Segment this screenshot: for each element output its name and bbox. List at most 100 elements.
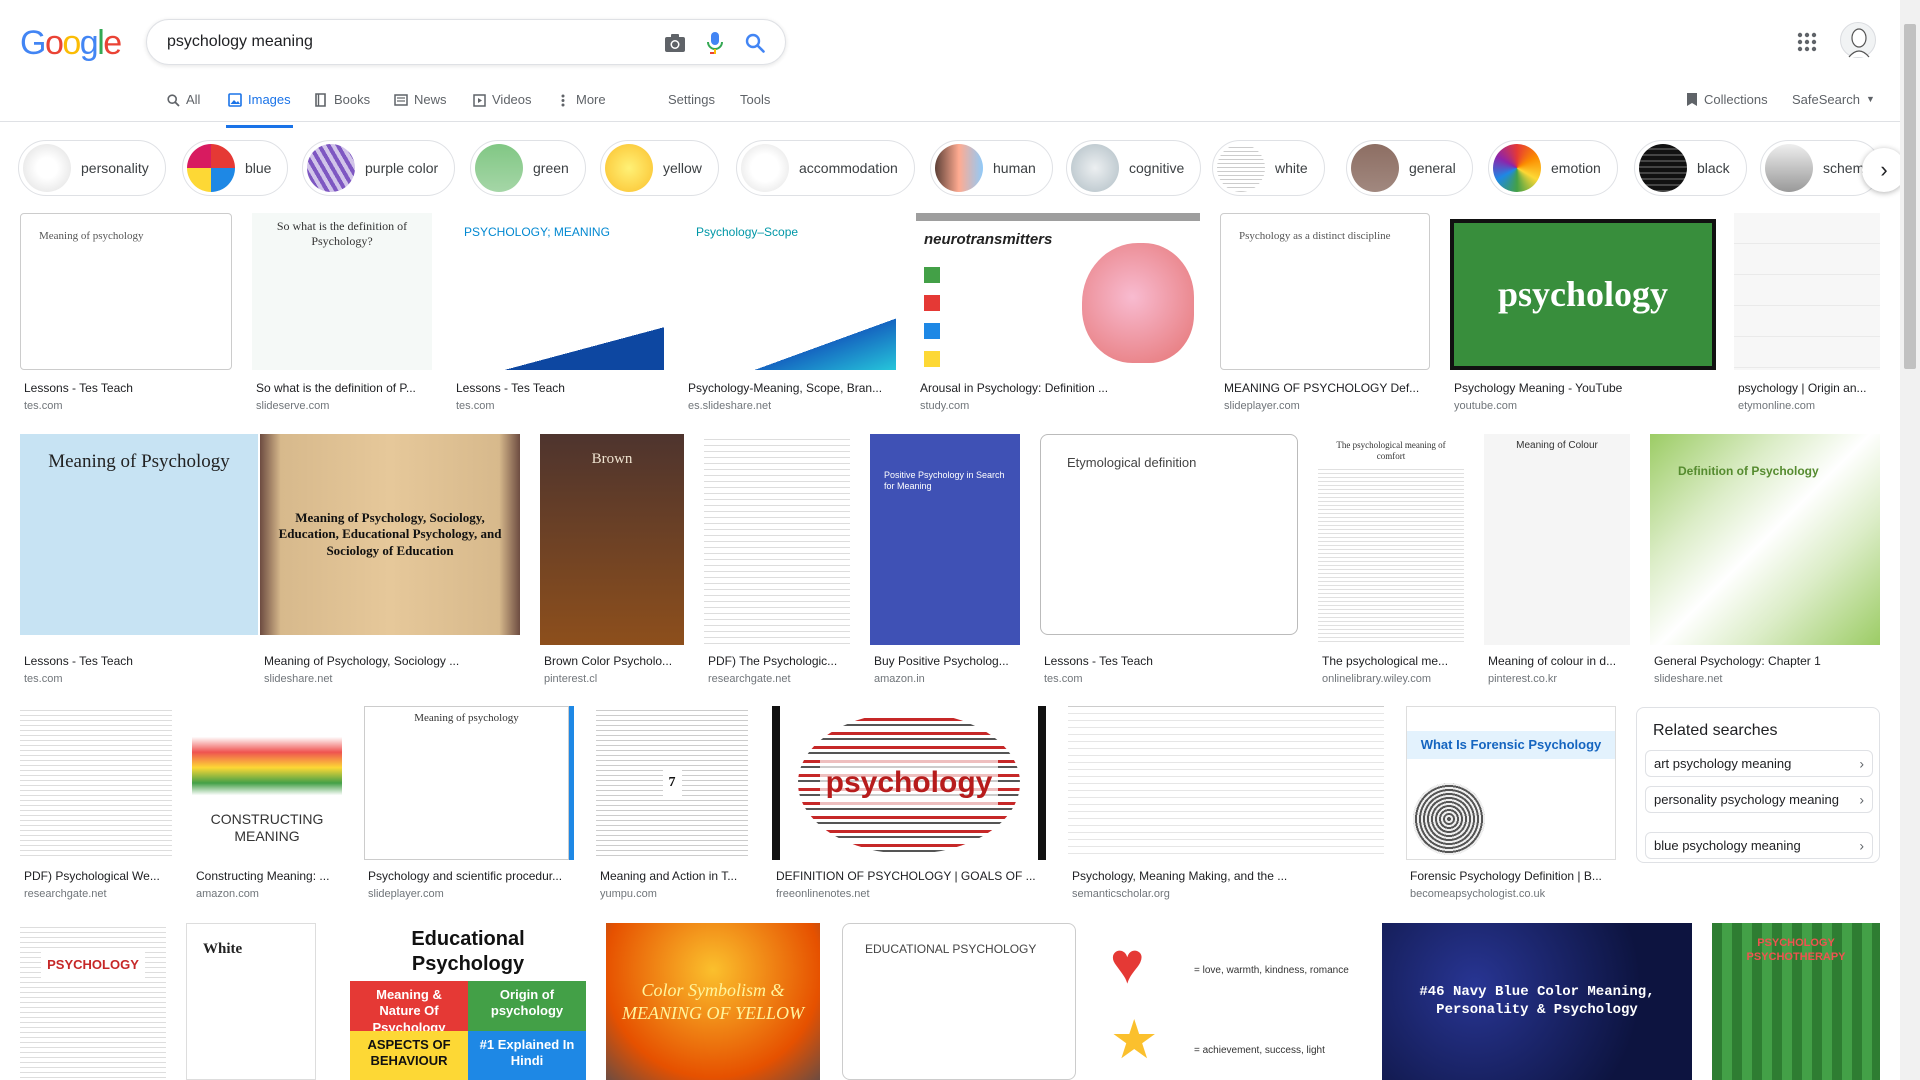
result-thumbnail: White <box>186 923 316 1080</box>
chip-thumbnail <box>1765 144 1813 192</box>
tools-link[interactable]: Tools <box>740 92 770 107</box>
related-searches-panel: Related searches art psychology meaning ›… <box>1636 707 1880 863</box>
result-thumbnail: Meaning of psychology <box>20 213 232 370</box>
chip-blue[interactable]: blue <box>182 140 289 196</box>
image-result[interactable]: Psychology as a distinct discipline MEAN… <box>1220 213 1430 413</box>
tab-books[interactable]: Books <box>314 92 370 122</box>
search-icon[interactable] <box>743 31 767 55</box>
chip-human[interactable]: human <box>930 140 1053 196</box>
tab-news[interactable]: News <box>394 92 447 122</box>
image-result[interactable]: CONSTRUCTING MEANING Constructing Meanin… <box>192 706 342 906</box>
image-result[interactable]: PSYCHOLOGY; MEANING Lessons - Tes Teach … <box>452 213 664 413</box>
more-vert-icon <box>556 93 570 107</box>
image-result[interactable]: Meaning of Psychology, Sociology, Educat… <box>260 434 520 685</box>
related-search-item[interactable]: personality psychology meaning › <box>1645 786 1873 813</box>
camera-icon[interactable] <box>663 31 687 55</box>
result-thumbnail: Etymological definition <box>1040 434 1298 635</box>
settings-link[interactable]: Settings <box>668 92 715 107</box>
chip-cognitive[interactable]: cognitive <box>1066 140 1202 196</box>
search-box <box>146 19 786 65</box>
result-thumbnail: Educational Psychology Meaning & Nature … <box>350 923 586 1080</box>
image-result[interactable]: psychology Psychology Meaning - YouTube … <box>1450 213 1716 413</box>
image-result[interactable]: Psychology, Meaning Making, and the ... … <box>1068 706 1384 906</box>
image-result[interactable]: PSYCHOLOGY <box>20 923 166 1080</box>
related-searches-heading: Related searches <box>1653 722 1778 739</box>
chip-black[interactable]: black <box>1634 140 1747 196</box>
result-thumbnail: Meaning of psychology <box>364 706 574 860</box>
image-result[interactable]: The psychological meaning of comfort The… <box>1318 434 1464 685</box>
result-thumbnail: 7 <box>596 706 748 860</box>
image-result[interactable]: Educational Psychology Meaning & Nature … <box>350 923 586 1080</box>
chip-green[interactable]: green <box>470 140 586 196</box>
image-result[interactable]: 7 Meaning and Action in T... yumpu.com <box>596 706 748 906</box>
image-result[interactable]: Meaning of psychology Psychology and sci… <box>364 706 574 906</box>
google-logo[interactable]: Google <box>20 24 122 62</box>
chip-white[interactable]: white <box>1212 140 1325 196</box>
image-result[interactable]: neurotransmitters Arousal in Psychology:… <box>916 213 1200 413</box>
result-thumbnail <box>1068 706 1384 860</box>
chip-emotion[interactable]: emotion <box>1488 140 1618 196</box>
result-thumbnail: Positive Psychology in Search for Meanin… <box>870 434 1020 645</box>
image-result[interactable]: Psychology–Scope Psychology-Meaning, Sco… <box>684 213 896 413</box>
result-thumbnail: Psychology–Scope <box>684 213 896 370</box>
result-thumbnail: Definition of Psychology <box>1650 434 1880 645</box>
search-icon <box>166 93 180 107</box>
account-avatar[interactable] <box>1840 22 1876 58</box>
chip-thumbnail <box>23 144 71 192</box>
image-result[interactable]: psychology DEFINITION OF PSYCHOLOGY | GO… <box>772 706 1046 906</box>
result-thumbnail <box>704 434 850 645</box>
tab-all[interactable]: All <box>166 92 200 122</box>
image-result[interactable]: PSYCHOLOGY PSYCHOTHERAPY <box>1712 923 1880 1080</box>
chip-thumbnail <box>1351 144 1399 192</box>
chip-thumbnail <box>1217 144 1265 192</box>
image-result[interactable]: #46 Navy Blue Color Meaning, Personality… <box>1382 923 1692 1080</box>
chip-yellow[interactable]: yellow <box>600 140 719 196</box>
tab-videos[interactable]: Videos <box>472 92 532 122</box>
news-icon <box>394 93 408 107</box>
image-result[interactable]: White <box>186 923 316 1080</box>
image-result[interactable]: ♥ = love, warmth, kindness, romance ★ = … <box>1096 923 1362 1080</box>
image-result[interactable]: Definition of Psychology General Psychol… <box>1650 434 1880 685</box>
result-thumbnail: Meaning of Psychology, Sociology, Educat… <box>260 434 520 635</box>
apps-grid-icon[interactable] <box>1795 30 1819 54</box>
related-search-item[interactable]: art psychology meaning › <box>1645 750 1873 777</box>
search-input[interactable] <box>167 30 627 54</box>
chip-thumbnail <box>187 144 235 192</box>
image-result[interactable]: Brown Brown Color Psycholo... pinterest.… <box>540 434 684 685</box>
result-thumbnail: CONSTRUCTING MEANING <box>192 706 342 860</box>
chevron-right-icon: › <box>1859 791 1864 807</box>
tab-images[interactable]: Images <box>226 92 293 128</box>
result-thumbnail: Brown <box>540 434 684 645</box>
chip-personality[interactable]: personality <box>18 140 166 196</box>
result-thumbnail: psychology <box>1450 219 1716 370</box>
chip-thumbnail <box>1493 144 1541 192</box>
chip-purple-color[interactable]: purple color <box>302 140 456 196</box>
image-result[interactable]: Color Symbolism & MEANING OF YELLOW <box>606 923 820 1080</box>
chip-accommodation[interactable]: accommodation <box>736 140 915 196</box>
image-result[interactable]: PDF) Psychological We... researchgate.ne… <box>20 706 172 906</box>
chevron-right-icon: › <box>1859 755 1864 771</box>
image-result[interactable]: So what is the definition of Psychology?… <box>252 213 432 413</box>
chip-thumbnail <box>741 144 789 192</box>
collections-button[interactable]: Collections <box>1686 92 1768 110</box>
related-search-item[interactable]: blue psychology meaning › <box>1645 832 1873 859</box>
image-result[interactable]: psychology | Origin an... etymonline.com <box>1734 213 1880 413</box>
image-result[interactable]: Positive Psychology in Search for Meanin… <box>870 434 1020 685</box>
tab-more[interactable]: More <box>556 92 606 122</box>
chip-general[interactable]: general <box>1346 140 1473 196</box>
chip-thumbnail <box>1071 144 1119 192</box>
image-result[interactable]: Etymological definition Lessons - Tes Te… <box>1040 434 1298 685</box>
image-result[interactable]: Meaning of psychology Lessons - Tes Teac… <box>20 213 232 413</box>
result-thumbnail: psychology <box>772 706 1046 860</box>
page-scrollbar[interactable] <box>1900 0 1920 1080</box>
safesearch-button[interactable]: SafeSearch ▼ <box>1792 92 1875 107</box>
chip-thumbnail <box>1639 144 1687 192</box>
microphone-icon[interactable] <box>703 31 727 55</box>
image-result[interactable]: PDF) The Psychologic... researchgate.net <box>704 434 850 685</box>
scrollbar-thumb[interactable] <box>1904 24 1916 369</box>
image-result[interactable]: Meaning of Psychology Lessons - Tes Teac… <box>20 434 258 685</box>
image-result[interactable]: EDUCATIONAL PSYCHOLOGY <box>842 923 1076 1080</box>
image-result[interactable]: What Is Forensic Psychology Forensic Psy… <box>1406 706 1616 906</box>
image-result[interactable]: Meaning of Colour Meaning of colour in d… <box>1484 434 1630 685</box>
result-thumbnail: Meaning of Psychology <box>20 434 258 635</box>
